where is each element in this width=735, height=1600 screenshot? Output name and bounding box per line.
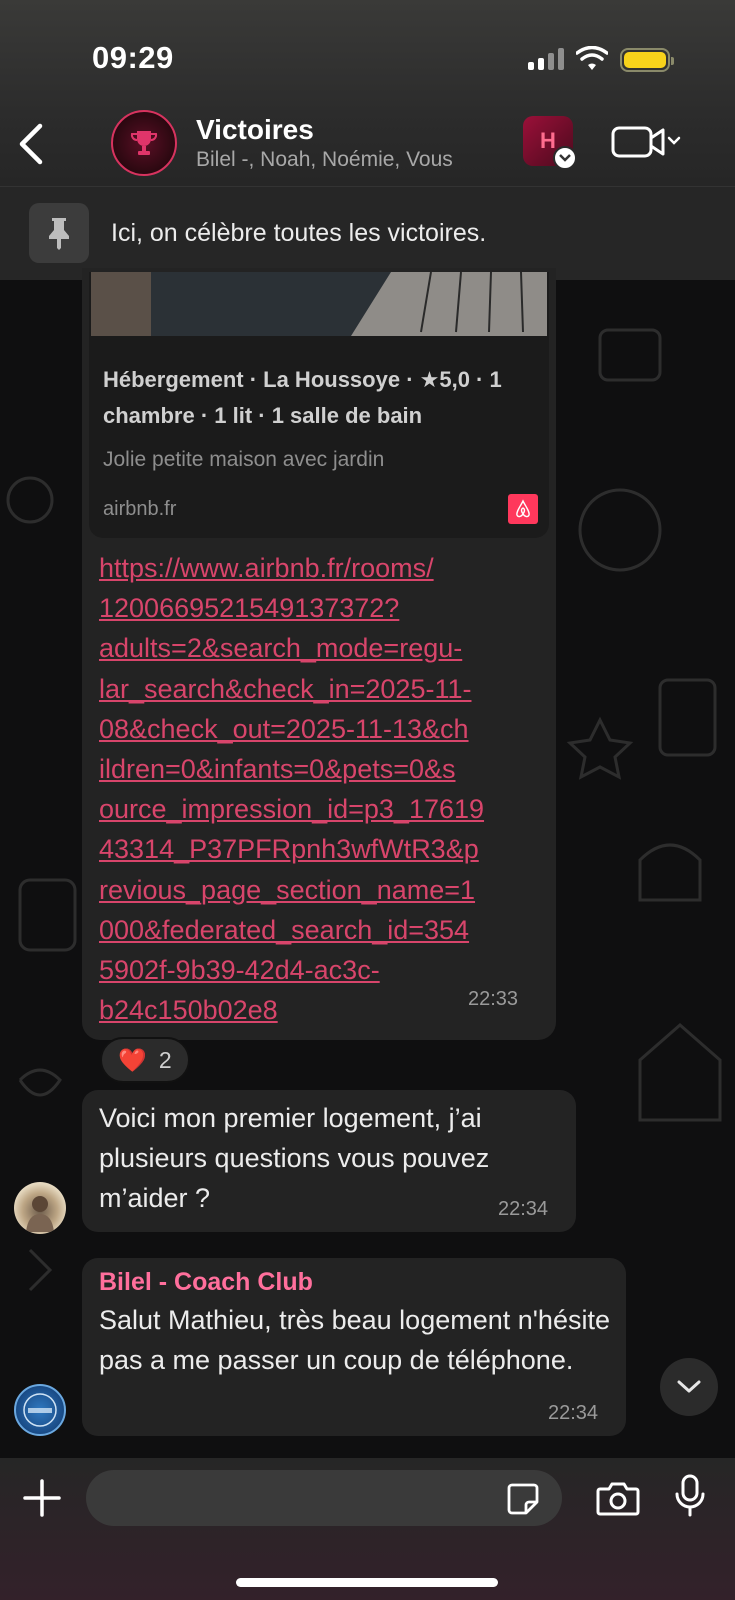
top-bar: 09:29 Victoires Bilel -, Noah, Noémie, V… bbox=[0, 0, 735, 186]
link-preview-description: Jolie petite maison avec jardin bbox=[103, 448, 385, 471]
preview-image bbox=[91, 272, 547, 336]
reaction-badge[interactable]: ❤️ 2 bbox=[100, 1037, 190, 1083]
wifi-icon bbox=[576, 46, 608, 70]
battery-icon bbox=[620, 48, 674, 72]
link-preview-card[interactable]: Hébergement · La Houssoye · ★5,0 · 1 cha… bbox=[89, 272, 549, 538]
chat-members[interactable]: Bilel -, Noah, Noémie, Vous bbox=[196, 148, 453, 172]
plus-icon[interactable] bbox=[22, 1478, 62, 1518]
sticker-icon[interactable] bbox=[506, 1482, 540, 1516]
camera-icon[interactable] bbox=[596, 1480, 640, 1516]
microphone-icon[interactable] bbox=[674, 1474, 706, 1518]
back-chevron-icon[interactable] bbox=[16, 122, 46, 166]
app-shortcut-letter: H bbox=[540, 128, 556, 153]
message-sender[interactable]: Bilel - Coach Club bbox=[99, 1268, 313, 1297]
pin-icon bbox=[29, 203, 89, 263]
cellular-signal-icon bbox=[528, 48, 564, 70]
group-avatar[interactable] bbox=[111, 110, 177, 176]
message-text: Salut Mathieu, très beau logement n'hési… bbox=[99, 1305, 610, 1375]
video-camera-icon[interactable] bbox=[611, 124, 683, 160]
link-message-bubble[interactable]: Hébergement · La Houssoye · ★5,0 · 1 cha… bbox=[82, 268, 556, 1040]
link-preview-title: Hébergement · La Houssoye · ★5,0 · 1 cha… bbox=[103, 367, 502, 428]
chat-title[interactable]: Victoires bbox=[196, 114, 314, 146]
status-time: 09:29 bbox=[92, 40, 174, 75]
avatar[interactable] bbox=[14, 1182, 66, 1234]
scroll-to-bottom-button[interactable] bbox=[660, 1358, 718, 1416]
link-preview-domain: airbnb.fr bbox=[103, 498, 177, 520]
composer-bar bbox=[0, 1458, 735, 1600]
pinned-message-text: Ici, on célèbre toutes les victoires. bbox=[111, 219, 487, 247]
chevron-down-icon bbox=[553, 146, 577, 170]
message-time: 22:33 bbox=[468, 988, 519, 1010]
message-input[interactable] bbox=[86, 1470, 562, 1526]
trophy-icon bbox=[130, 131, 158, 155]
avatar[interactable] bbox=[14, 1384, 66, 1436]
message-text: Voici mon premier logement, j’ai plusieu… bbox=[99, 1103, 490, 1213]
airbnb-icon bbox=[508, 494, 538, 524]
reaction-count: 2 bbox=[158, 1046, 172, 1073]
pinned-message-bar[interactable]: Ici, on célèbre toutes les victoires. bbox=[0, 186, 735, 280]
message-time: 22:34 bbox=[498, 1198, 549, 1220]
home-indicator bbox=[236, 1578, 498, 1587]
message-bubble[interactable]: Bilel - Coach Club Salut Mathieu, très b… bbox=[82, 1258, 626, 1436]
message-time: 22:34 bbox=[548, 1402, 599, 1424]
chevron-down-icon bbox=[677, 1380, 701, 1393]
message-bubble[interactable]: Voici mon premier logement, j’ai plusieu… bbox=[82, 1090, 576, 1232]
heart-reaction-icon: ❤️ bbox=[118, 1046, 147, 1073]
message-link[interactable]: https://www.airbnb.fr/rooms/ 12006695215… bbox=[99, 548, 539, 1030]
